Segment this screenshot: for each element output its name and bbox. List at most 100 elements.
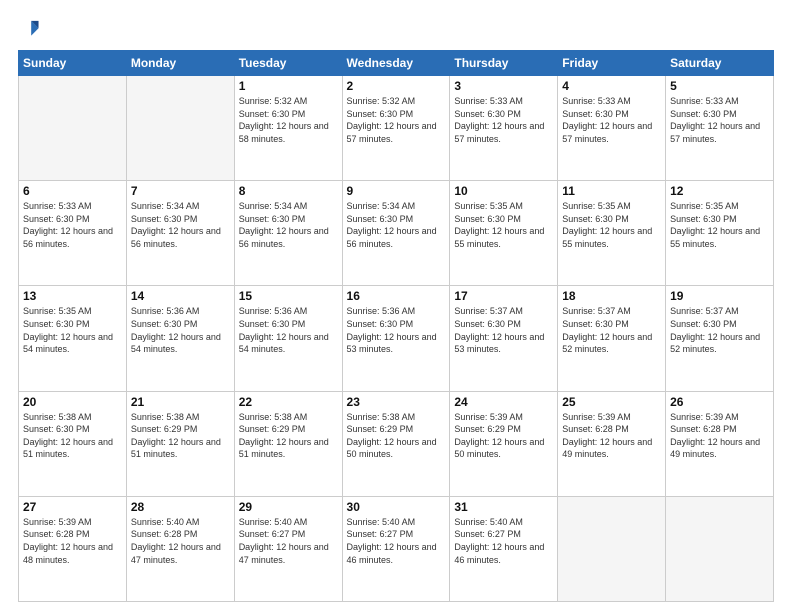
day-number: 4 bbox=[562, 79, 661, 93]
weekday-header: Saturday bbox=[666, 51, 774, 76]
day-number: 20 bbox=[23, 395, 122, 409]
calendar-cell: 6 Sunrise: 5:33 AM Sunset: 6:30 PM Daylig… bbox=[19, 181, 127, 286]
calendar-cell: 31 Sunrise: 5:40 AM Sunset: 6:27 PM Dayli… bbox=[450, 496, 558, 601]
logo bbox=[18, 18, 44, 40]
day-info: Sunrise: 5:35 AM Sunset: 6:30 PM Dayligh… bbox=[454, 200, 553, 250]
day-info: Sunrise: 5:38 AM Sunset: 6:29 PM Dayligh… bbox=[347, 411, 446, 461]
day-number: 19 bbox=[670, 289, 769, 303]
day-info: Sunrise: 5:39 AM Sunset: 6:28 PM Dayligh… bbox=[23, 516, 122, 566]
day-number: 3 bbox=[454, 79, 553, 93]
day-info: Sunrise: 5:33 AM Sunset: 6:30 PM Dayligh… bbox=[562, 95, 661, 145]
weekday-header: Sunday bbox=[19, 51, 127, 76]
calendar-header-row: SundayMondayTuesdayWednesdayThursdayFrid… bbox=[19, 51, 774, 76]
day-info: Sunrise: 5:39 AM Sunset: 6:28 PM Dayligh… bbox=[562, 411, 661, 461]
calendar-cell: 8Sunrise: 5:34 AM Sunset: 6:30 PM Daylig… bbox=[234, 181, 342, 286]
calendar-cell: 24 Sunrise: 5:39 AM Sunset: 6:29 PM Dayli… bbox=[450, 391, 558, 496]
day-number: 10 bbox=[454, 184, 553, 198]
day-number: 13 bbox=[23, 289, 122, 303]
day-number: 23 bbox=[347, 395, 446, 409]
day-info: Sunrise: 5:38 AM Sunset: 6:29 PM Dayligh… bbox=[239, 411, 338, 461]
day-info: Sunrise: 5:34 AM Sunset: 6:30 PM Dayligh… bbox=[239, 200, 338, 250]
calendar-cell: 1 Sunrise: 5:32 AM Sunset: 6:30 PM Daylig… bbox=[234, 76, 342, 181]
day-number: 2 bbox=[347, 79, 446, 93]
day-info: Sunrise: 5:38 AM Sunset: 6:29 PM Dayligh… bbox=[131, 411, 230, 461]
day-info: Sunrise: 5:36 AM Sunset: 6:30 PM Dayligh… bbox=[239, 305, 338, 355]
weekday-header: Monday bbox=[126, 51, 234, 76]
day-info: Sunrise: 5:36 AM Sunset: 6:30 PM Dayligh… bbox=[347, 305, 446, 355]
day-info: Sunrise: 5:35 AM Sunset: 6:30 PM Dayligh… bbox=[23, 305, 122, 355]
calendar-cell: 25 Sunrise: 5:39 AM Sunset: 6:28 PM Dayli… bbox=[558, 391, 666, 496]
day-info: Sunrise: 5:37 AM Sunset: 6:30 PM Dayligh… bbox=[562, 305, 661, 355]
day-info: Sunrise: 5:32 AM Sunset: 6:30 PM Dayligh… bbox=[239, 95, 338, 145]
day-number: 5 bbox=[670, 79, 769, 93]
day-number: 6 bbox=[23, 184, 122, 198]
day-number: 12 bbox=[670, 184, 769, 198]
calendar-cell: 21 Sunrise: 5:38 AM Sunset: 6:29 PM Dayli… bbox=[126, 391, 234, 496]
day-number: 16 bbox=[347, 289, 446, 303]
calendar-week-row: 27 Sunrise: 5:39 AM Sunset: 6:28 PM Dayli… bbox=[19, 496, 774, 601]
day-number: 26 bbox=[670, 395, 769, 409]
day-info: Sunrise: 5:37 AM Sunset: 6:30 PM Dayligh… bbox=[670, 305, 769, 355]
day-info: Sunrise: 5:34 AM Sunset: 6:30 PM Dayligh… bbox=[131, 200, 230, 250]
day-info: Sunrise: 5:35 AM Sunset: 6:30 PM Dayligh… bbox=[562, 200, 661, 250]
calendar-cell bbox=[19, 76, 127, 181]
calendar-cell: 16 Sunrise: 5:36 AM Sunset: 6:30 PM Dayli… bbox=[342, 286, 450, 391]
day-info: Sunrise: 5:37 AM Sunset: 6:30 PM Dayligh… bbox=[454, 305, 553, 355]
weekday-header: Tuesday bbox=[234, 51, 342, 76]
calendar-cell: 5 Sunrise: 5:33 AM Sunset: 6:30 PM Daylig… bbox=[666, 76, 774, 181]
calendar-cell: 22 Sunrise: 5:38 AM Sunset: 6:29 PM Dayli… bbox=[234, 391, 342, 496]
weekday-header: Friday bbox=[558, 51, 666, 76]
day-info: Sunrise: 5:34 AM Sunset: 6:30 PM Dayligh… bbox=[347, 200, 446, 250]
day-number: 21 bbox=[131, 395, 230, 409]
calendar-cell: 15 Sunrise: 5:36 AM Sunset: 6:30 PM Dayli… bbox=[234, 286, 342, 391]
calendar-cell: 12 Sunrise: 5:35 AM Sunset: 6:30 PM Dayli… bbox=[666, 181, 774, 286]
calendar-cell: 11 Sunrise: 5:35 AM Sunset: 6:30 PM Dayli… bbox=[558, 181, 666, 286]
calendar-cell: 26 Sunrise: 5:39 AM Sunset: 6:28 PM Dayli… bbox=[666, 391, 774, 496]
day-number: 11 bbox=[562, 184, 661, 198]
calendar-cell: 7 Sunrise: 5:34 AM Sunset: 6:30 PM Daylig… bbox=[126, 181, 234, 286]
day-info: Sunrise: 5:40 AM Sunset: 6:27 PM Dayligh… bbox=[454, 516, 553, 566]
calendar-week-row: 20 Sunrise: 5:38 AM Sunset: 6:30 PM Dayli… bbox=[19, 391, 774, 496]
logo-icon bbox=[18, 18, 40, 40]
calendar-cell: 3Sunrise: 5:33 AM Sunset: 6:30 PM Daylig… bbox=[450, 76, 558, 181]
calendar-cell: 2 Sunrise: 5:32 AM Sunset: 6:30 PM Daylig… bbox=[342, 76, 450, 181]
day-info: Sunrise: 5:33 AM Sunset: 6:30 PM Dayligh… bbox=[23, 200, 122, 250]
day-info: Sunrise: 5:40 AM Sunset: 6:27 PM Dayligh… bbox=[239, 516, 338, 566]
weekday-header: Wednesday bbox=[342, 51, 450, 76]
day-number: 14 bbox=[131, 289, 230, 303]
calendar-cell: 29Sunrise: 5:40 AM Sunset: 6:27 PM Dayli… bbox=[234, 496, 342, 601]
day-number: 24 bbox=[454, 395, 553, 409]
day-number: 9 bbox=[347, 184, 446, 198]
calendar-cell: 23 Sunrise: 5:38 AM Sunset: 6:29 PM Dayli… bbox=[342, 391, 450, 496]
day-number: 15 bbox=[239, 289, 338, 303]
day-number: 18 bbox=[562, 289, 661, 303]
calendar-cell: 9 Sunrise: 5:34 AM Sunset: 6:30 PM Daylig… bbox=[342, 181, 450, 286]
day-info: Sunrise: 5:36 AM Sunset: 6:30 PM Dayligh… bbox=[131, 305, 230, 355]
calendar-cell: 27 Sunrise: 5:39 AM Sunset: 6:28 PM Dayli… bbox=[19, 496, 127, 601]
day-info: Sunrise: 5:32 AM Sunset: 6:30 PM Dayligh… bbox=[347, 95, 446, 145]
calendar-week-row: 1 Sunrise: 5:32 AM Sunset: 6:30 PM Daylig… bbox=[19, 76, 774, 181]
calendar-cell: 30Sunrise: 5:40 AM Sunset: 6:27 PM Dayli… bbox=[342, 496, 450, 601]
day-number: 25 bbox=[562, 395, 661, 409]
day-info: Sunrise: 5:38 AM Sunset: 6:30 PM Dayligh… bbox=[23, 411, 122, 461]
day-number: 27 bbox=[23, 500, 122, 514]
calendar-week-row: 6 Sunrise: 5:33 AM Sunset: 6:30 PM Daylig… bbox=[19, 181, 774, 286]
calendar-cell: 14 Sunrise: 5:36 AM Sunset: 6:30 PM Dayli… bbox=[126, 286, 234, 391]
day-info: Sunrise: 5:33 AM Sunset: 6:30 PM Dayligh… bbox=[670, 95, 769, 145]
calendar-table: SundayMondayTuesdayWednesdayThursdayFrid… bbox=[18, 50, 774, 602]
day-info: Sunrise: 5:39 AM Sunset: 6:28 PM Dayligh… bbox=[670, 411, 769, 461]
day-number: 22 bbox=[239, 395, 338, 409]
calendar-cell: 18 Sunrise: 5:37 AM Sunset: 6:30 PM Dayli… bbox=[558, 286, 666, 391]
day-number: 28 bbox=[131, 500, 230, 514]
calendar-cell bbox=[126, 76, 234, 181]
day-info: Sunrise: 5:35 AM Sunset: 6:30 PM Dayligh… bbox=[670, 200, 769, 250]
calendar-cell: 13 Sunrise: 5:35 AM Sunset: 6:30 PM Dayli… bbox=[19, 286, 127, 391]
calendar-week-row: 13 Sunrise: 5:35 AM Sunset: 6:30 PM Dayli… bbox=[19, 286, 774, 391]
day-info: Sunrise: 5:39 AM Sunset: 6:29 PM Dayligh… bbox=[454, 411, 553, 461]
day-info: Sunrise: 5:40 AM Sunset: 6:27 PM Dayligh… bbox=[347, 516, 446, 566]
day-number: 1 bbox=[239, 79, 338, 93]
calendar-cell bbox=[666, 496, 774, 601]
day-number: 31 bbox=[454, 500, 553, 514]
calendar-cell: 17Sunrise: 5:37 AM Sunset: 6:30 PM Dayli… bbox=[450, 286, 558, 391]
day-number: 7 bbox=[131, 184, 230, 198]
